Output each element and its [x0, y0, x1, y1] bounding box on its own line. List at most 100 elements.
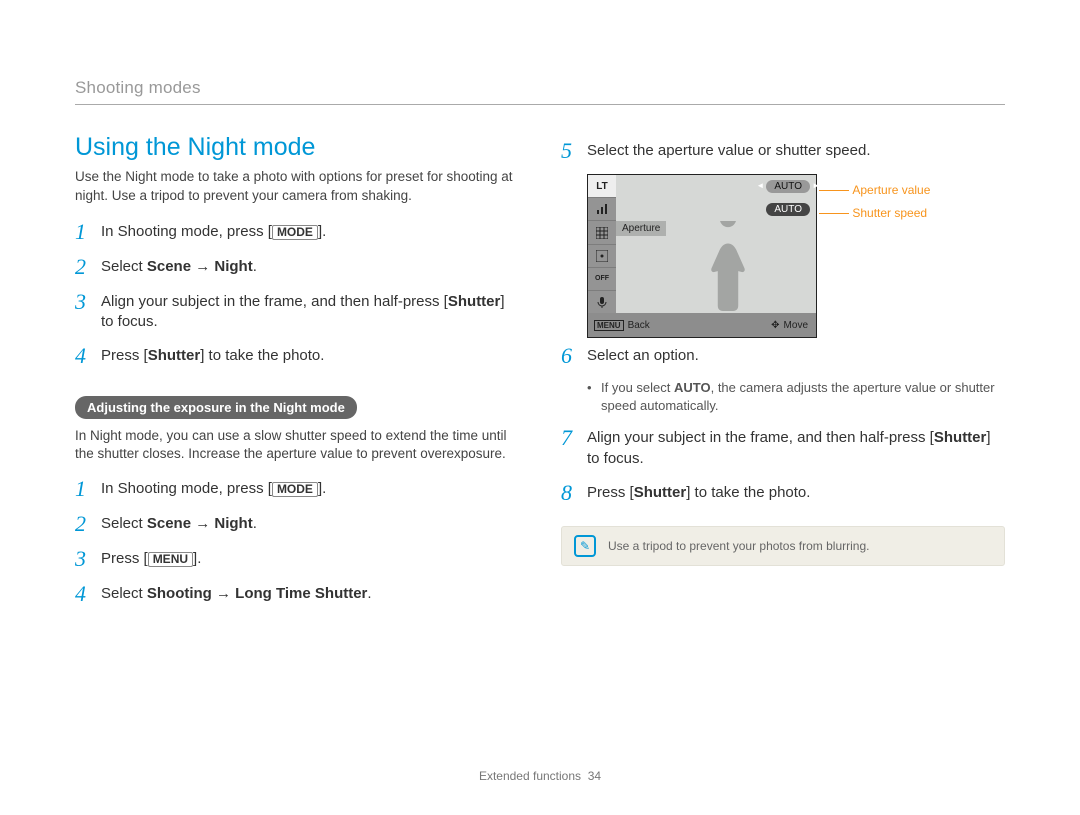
step-item: 1 In Shooting mode, press [MODE]. [75, 220, 519, 243]
step-text: Press [Shutter] to take the photo. [587, 481, 810, 503]
step-number: 6 [561, 344, 587, 367]
step-item: 5 Select the aperture value or shutter s… [561, 139, 1005, 162]
step-text-bold: Shutter [934, 429, 987, 446]
lcd-shutter-value: AUTO [766, 203, 810, 216]
section-title: Using the Night mode [75, 133, 519, 162]
footer-section-label: Extended functions [479, 769, 581, 783]
menu-key: MENU [148, 552, 193, 567]
step-item: 2 Select Scene → Night. [75, 255, 519, 278]
intro-paragraph: Use the Night mode to take a photo with … [75, 168, 519, 206]
lcd-row-shutter: AUTO [616, 198, 816, 221]
step-text-part: Press [ [101, 347, 148, 364]
step-text: In Shooting mode, press [MODE]. [101, 220, 326, 242]
lcd-row-aperture: AUTO [616, 175, 816, 198]
step-text: Select an option. [587, 344, 699, 366]
step-number: 5 [561, 139, 587, 162]
step-text-bold: Scene → Night [147, 515, 253, 532]
step-text-part: . [367, 585, 371, 602]
step-number: 4 [75, 582, 101, 605]
step-text-part: Align your subject in the frame, and the… [587, 429, 934, 446]
step-text-bold: Shutter [634, 484, 687, 501]
step-text: In Shooting mode, press [MODE]. [101, 477, 326, 499]
step-item: 8 Press [Shutter] to take the photo. [561, 481, 1005, 504]
callout-label: Aperture value [852, 183, 930, 197]
tip-box: ✎ Use a tripod to prevent your photos fr… [561, 526, 1005, 566]
step-text: Press [MENU]. [101, 547, 201, 569]
left-column: Using the Night mode Use the Night mode … [75, 133, 519, 617]
note-text-bold: AUTO [674, 380, 711, 395]
step-number: 4 [75, 344, 101, 367]
lcd-top-rows: AUTO AUTO [616, 175, 816, 221]
step-text-bold: Scene → Night [147, 258, 253, 275]
mode-key: MODE [272, 225, 318, 240]
dpad-icon: ✥ [771, 320, 779, 331]
camera-lcd-mock: LT OFF [587, 174, 857, 338]
lcd-icon [588, 198, 616, 221]
step-note: • If you select AUTO, the camera adjusts… [587, 379, 1005, 414]
step-text: Press [Shutter] to take the photo. [101, 344, 324, 366]
tip-icon: ✎ [574, 535, 596, 557]
lcd-icon [588, 221, 616, 244]
person-silhouette-icon [683, 221, 773, 313]
lcd-bottom-bar: MENU Back ✥ Move [588, 313, 816, 337]
step-text-part: ] to take the photo. [200, 347, 324, 364]
step-text-part: . [253, 515, 257, 532]
step-text-part: Press [ [587, 484, 634, 501]
grid-icon [596, 227, 608, 239]
step-number: 7 [561, 426, 587, 449]
step-text-part: Press [ [101, 550, 148, 567]
step-text: Select Scene → Night. [101, 512, 257, 534]
step-number: 2 [75, 512, 101, 535]
bars-icon [596, 203, 608, 215]
step-text-part: ]. [193, 550, 201, 567]
step-text-part: In Shooting mode, press [ [101, 480, 272, 497]
step-text: Align your subject in the frame, and the… [587, 426, 1005, 469]
step-number: 1 [75, 220, 101, 243]
step-item: 4 Select Shooting → Long Time Shutter. [75, 582, 519, 605]
step-item: 3 Align your subject in the frame, and t… [75, 290, 519, 333]
callout-aperture: Aperture value [819, 183, 930, 197]
page-footer: Extended functions 34 [0, 769, 1080, 783]
lcd-icon [588, 291, 616, 313]
step-text-part: Select [101, 515, 147, 532]
lcd-aperture-tab: Aperture [616, 221, 666, 236]
lcd-back-label: Back [628, 320, 650, 331]
step-number: 2 [75, 255, 101, 278]
lt-icon: LT [588, 175, 616, 198]
lcd-aperture-value: AUTO [766, 180, 810, 193]
subsection-intro: In Night mode, you can use a slow shutte… [75, 427, 519, 463]
step-text-part: Select [101, 585, 147, 602]
camera-lcd-screen: LT OFF [587, 174, 817, 338]
step-item: 6 Select an option. [561, 344, 1005, 367]
step-item: 2 Select Scene → Night. [75, 512, 519, 535]
right-column: 5 Select the aperture value or shutter s… [561, 133, 1005, 617]
tip-text: Use a tripod to prevent your photos from… [608, 539, 869, 553]
step-text: Select the aperture value or shutter spe… [587, 139, 871, 161]
step-item: 7 Align your subject in the frame, and t… [561, 426, 1005, 469]
step-text: Align your subject in the frame, and the… [101, 290, 519, 333]
step-text-part: ]. [318, 223, 326, 240]
step-item: 4 Press [Shutter] to take the photo. [75, 344, 519, 367]
mode-key: MODE [272, 482, 318, 497]
dot-icon [596, 250, 608, 262]
step-text-part: ]. [318, 480, 326, 497]
step-text-bold: Shutter [448, 293, 501, 310]
lcd-menu-key-icon: MENU [594, 320, 624, 331]
lcd-icon: OFF [588, 268, 616, 291]
step-item: 3 Press [MENU]. [75, 547, 519, 570]
callout-label: Shutter speed [852, 206, 927, 220]
note-text-part: If you select [601, 380, 674, 395]
note-text: If you select AUTO, the camera adjusts t… [601, 379, 1005, 414]
subsection-pill: Adjusting the exposure in the Night mode [75, 396, 357, 419]
step-text: Select Scene → Night. [101, 255, 257, 277]
lcd-move-label: Move [784, 320, 808, 331]
step-text-part: In Shooting mode, press [ [101, 223, 272, 240]
bullet-icon: • [587, 379, 601, 414]
step-number: 3 [75, 290, 101, 313]
step-text-part: Align your subject in the frame, and the… [101, 293, 448, 310]
running-head: Shooting modes [75, 78, 1005, 105]
step-text-part: . [253, 258, 257, 275]
step-text: Select Shooting → Long Time Shutter. [101, 582, 372, 604]
step-number: 1 [75, 477, 101, 500]
step-text-part: ] to take the photo. [686, 484, 810, 501]
